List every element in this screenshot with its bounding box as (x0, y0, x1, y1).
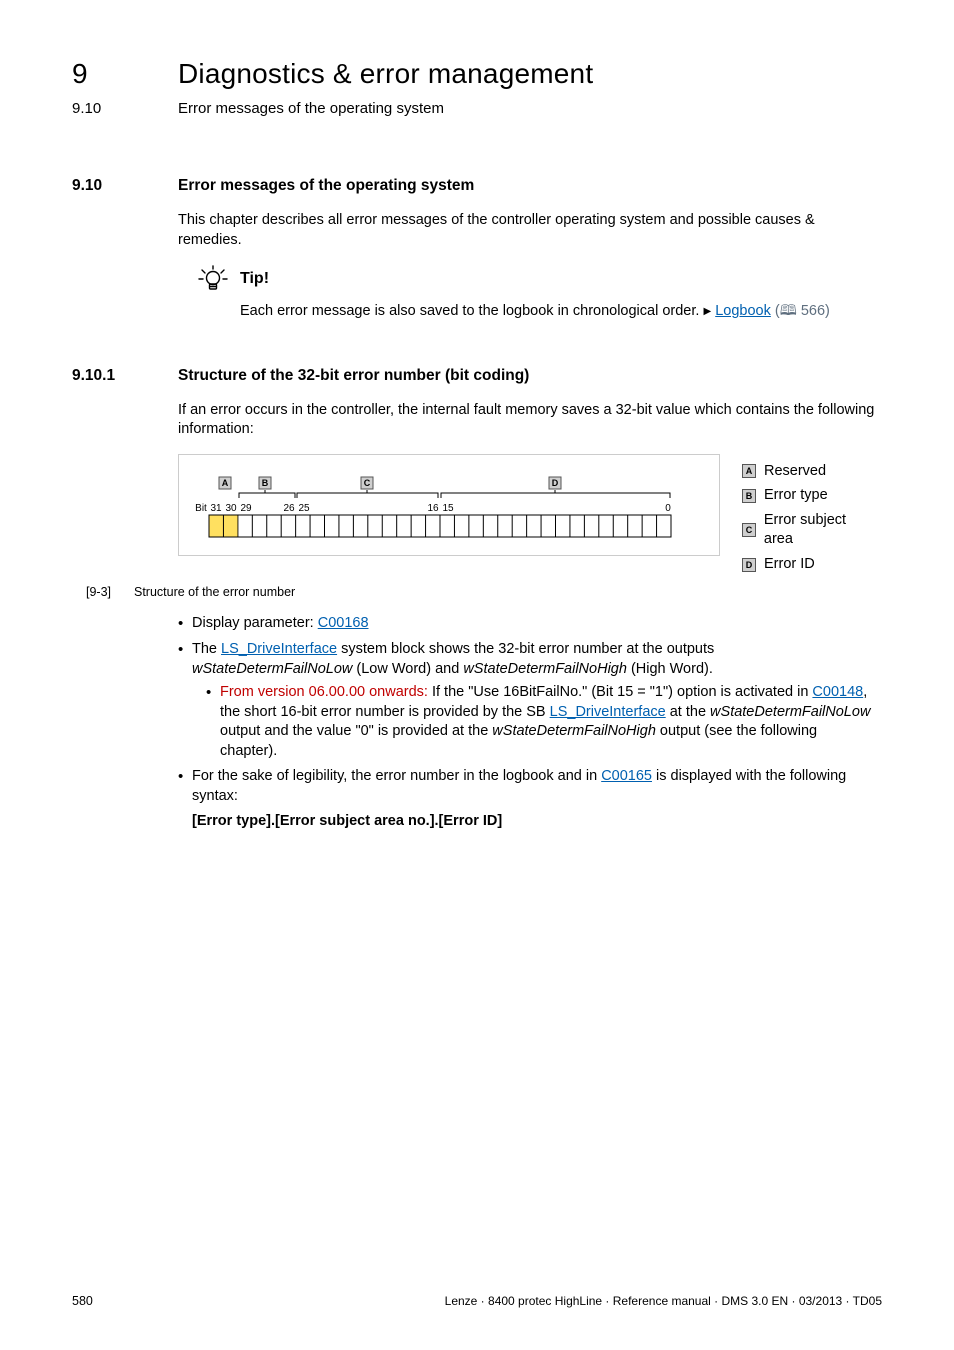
list-item: The LS_DriveInterface system block shows… (178, 640, 878, 761)
header-section-number: 9.10 (72, 99, 178, 119)
page-number: 580 (72, 1293, 93, 1310)
list-item: Display parameter: C00168 (178, 614, 878, 634)
svg-text:31: 31 (210, 503, 222, 514)
tip-body: Each error message is also saved to the … (240, 302, 878, 322)
figure-key-C: Error subject area (764, 511, 878, 550)
svg-text:A: A (222, 478, 229, 488)
list-item: For the sake of legibility, the error nu… (178, 767, 878, 832)
svg-text:15: 15 (442, 503, 454, 514)
svg-text:D: D (552, 478, 559, 488)
separator-line: _ _ _ _ _ _ _ _ _ _ _ _ _ _ _ _ _ _ _ _ … (72, 147, 882, 148)
li2-ital-2: wStateDetermFailNoHigh (463, 661, 627, 677)
section-910-title: Error messages of the operating system (178, 176, 474, 197)
figure-key: AReserved BError type CError subject are… (720, 454, 878, 580)
header-section-title: Error messages of the operating system (178, 99, 444, 119)
li2s-text-d: output and the value "0" is provided at … (220, 723, 492, 739)
svg-text:16: 16 (427, 503, 439, 514)
li2-text-d: (High Word). (627, 661, 713, 677)
li2s-ital-1: wStateDetermFailNoLow (710, 704, 870, 720)
section-9101-title: Structure of the 32-bit error number (bi… (178, 366, 529, 387)
c00168-link[interactable]: C00168 (318, 615, 369, 631)
tip-label: Tip! (240, 268, 269, 290)
section-910-para1: This chapter describes all error message… (178, 211, 878, 250)
chapter-number: 9 (72, 55, 178, 93)
svg-text:30: 30 (225, 503, 237, 514)
c00165-link[interactable]: C00165 (601, 768, 652, 784)
lightbulb-icon (196, 264, 230, 294)
li2s-text-c: at the (666, 704, 710, 720)
svg-text:B: B (262, 478, 269, 488)
li2s-version-note: From version 06.00.00 onwards: (220, 684, 428, 700)
svg-text:C: C (364, 478, 371, 488)
section-9101-number: 9.10.1 (72, 366, 178, 387)
li2s-ital-2: wStateDetermFailNoHigh (492, 723, 656, 739)
li1-text-a: Display parameter: (192, 615, 318, 631)
li3-text-a: For the sake of legibility, the error nu… (192, 768, 601, 784)
list-subitem: From version 06.00.00 onwards: If the "U… (206, 683, 878, 761)
document-meta: Lenze · 8400 protec HighLine · Reference… (445, 1293, 882, 1310)
svg-text:Bit: Bit (195, 503, 207, 514)
tip-body-text: Each error message is also saved to the … (240, 303, 703, 319)
svg-text:26: 26 (283, 503, 295, 514)
logbook-link[interactable]: Logbook (715, 303, 771, 319)
figure-caption-number: [9-3] (86, 584, 134, 601)
li3-syntax: [Error type].[Error subject area no.].[E… (192, 813, 502, 829)
svg-text:25: 25 (298, 503, 310, 514)
figure-caption-text: Structure of the error number (134, 584, 295, 601)
li2-text-b: system block shows the 32-bit error numb… (337, 641, 714, 657)
figure-key-D: Error ID (764, 555, 815, 575)
svg-text:29: 29 (240, 503, 252, 514)
tip-page-reference: (🕮 566) (775, 303, 830, 319)
arrow-icon: ▶ (703, 306, 711, 317)
bit-coding-figure: Bit 31 30 29 26 25 16 15 0 A (178, 454, 720, 556)
c00148-link[interactable]: C00148 (812, 684, 863, 700)
li2-text-c: (Low Word) and (352, 661, 463, 677)
svg-text:0: 0 (665, 503, 671, 514)
chapter-title: Diagnostics & error management (178, 55, 593, 93)
ls-driveinterface-link[interactable]: LS_DriveInterface (221, 641, 337, 657)
figure-key-A: Reserved (764, 462, 826, 482)
section-9101-para1: If an error occurs in the controller, th… (178, 401, 878, 440)
li2s-text-a: If the "Use 16BitFailNo." (Bit 15 = "1")… (428, 684, 812, 700)
li2-text-a: The (192, 641, 221, 657)
figure-key-B: Error type (764, 486, 828, 506)
section-910-number: 9.10 (72, 176, 178, 197)
ls-driveinterface-link-2[interactable]: LS_DriveInterface (550, 704, 666, 720)
li2-ital-1: wStateDetermFailNoLow (192, 661, 352, 677)
